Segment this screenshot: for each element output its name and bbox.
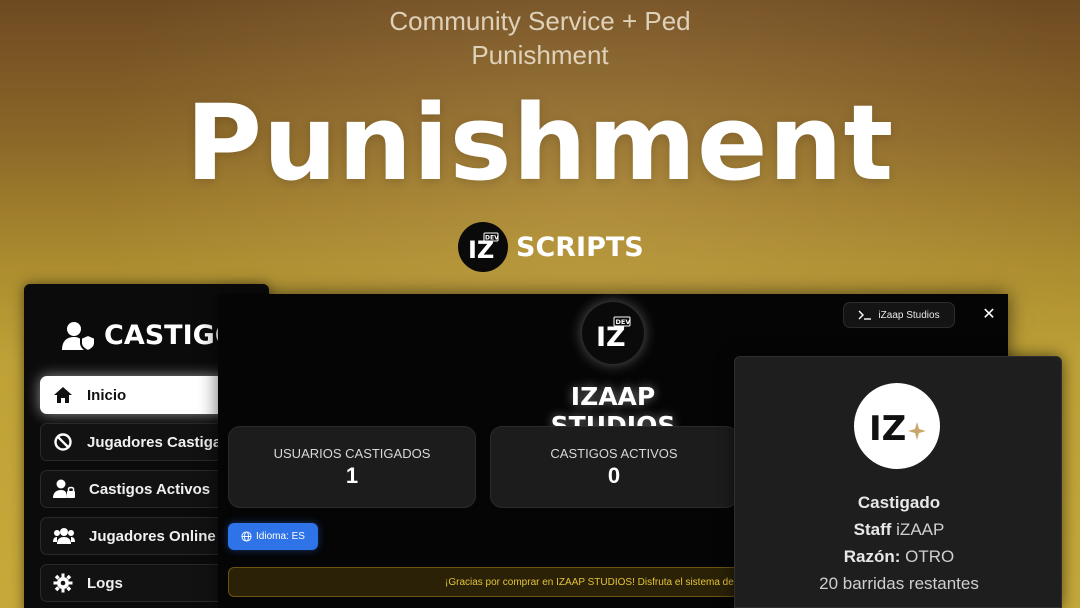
svg-text:IZ: IZ [596,322,626,353]
thanks-notice-text: ¡Gracias por comprar en IZAAP STUDIOS! D… [445,576,774,588]
ban-icon [54,433,72,451]
iz-avatar-icon: IZ [854,383,940,469]
status-text: Castigado [735,493,1063,513]
sidebar-item-label: Logs [87,574,123,592]
panel-logo-badge: DEV [616,318,631,326]
remaining-line: 20 barridas restantes [819,574,979,593]
brand-logo-badge: DEV [485,235,499,242]
globe-icon [241,531,252,542]
iz-logo-icon: IZ DEV [582,302,644,364]
sidebar-item-label: Inicio [87,386,127,404]
terminal-icon [858,310,872,320]
staff-line: Staff iZAAP [735,520,1063,540]
user-shield-icon [62,321,96,351]
studio-button[interactable]: iZaap Studios [843,302,955,328]
close-button[interactable]: ✕ [978,302,1000,326]
status-value: Castigado [857,493,941,512]
banner-subtitle: Community Service + Ped Punishment [0,4,1080,72]
brand-text: SCRIPTS [516,231,644,263]
banner-title: Punishment [185,82,895,204]
reason-line: Razón: OTRO [735,547,1063,567]
stat-value: 0 [607,462,621,488]
punishment-status-card: IZ Castigado Staff iZAAP Razón: OTRO 20 … [734,356,1062,608]
svg-text:IZ: IZ [869,409,906,449]
brand: IZ DEV SCRIPTS [458,222,644,272]
stat-label: CASTIGOS ACTIVOS [550,445,678,461]
studio-button-label: iZaap Studios [878,309,940,321]
iz-logo-icon: IZ DEV [458,222,508,272]
banner-subtitle-line-1: Community Service + Ped [389,6,691,36]
staff-label: Staff [853,520,892,539]
stat-card-castigos-activos: CASTIGOS ACTIVOS 0 [490,426,738,508]
staff-value: iZAAP [896,520,945,539]
banner-subtitle-line-2: Punishment [471,40,609,70]
reason-label: Razón: [843,547,901,566]
language-button[interactable]: Idioma: ES [228,523,318,550]
reason-value: OTRO [905,547,955,566]
home-icon [54,387,72,403]
stat-label: USUARIOS CASTIGADOS [273,445,431,461]
sidebar-item-label: Castigos Activos [89,480,211,498]
language-button-label: Idioma: ES [256,531,305,542]
gear-icon [53,573,73,593]
stat-card-usuarios-castigados: USUARIOS CASTIGADOS 1 [228,426,476,508]
users-icon [53,528,75,544]
sidebar-item-label: Jugadores Online [89,527,216,545]
user-lock-icon [53,479,75,498]
stat-value: 1 [345,462,359,488]
